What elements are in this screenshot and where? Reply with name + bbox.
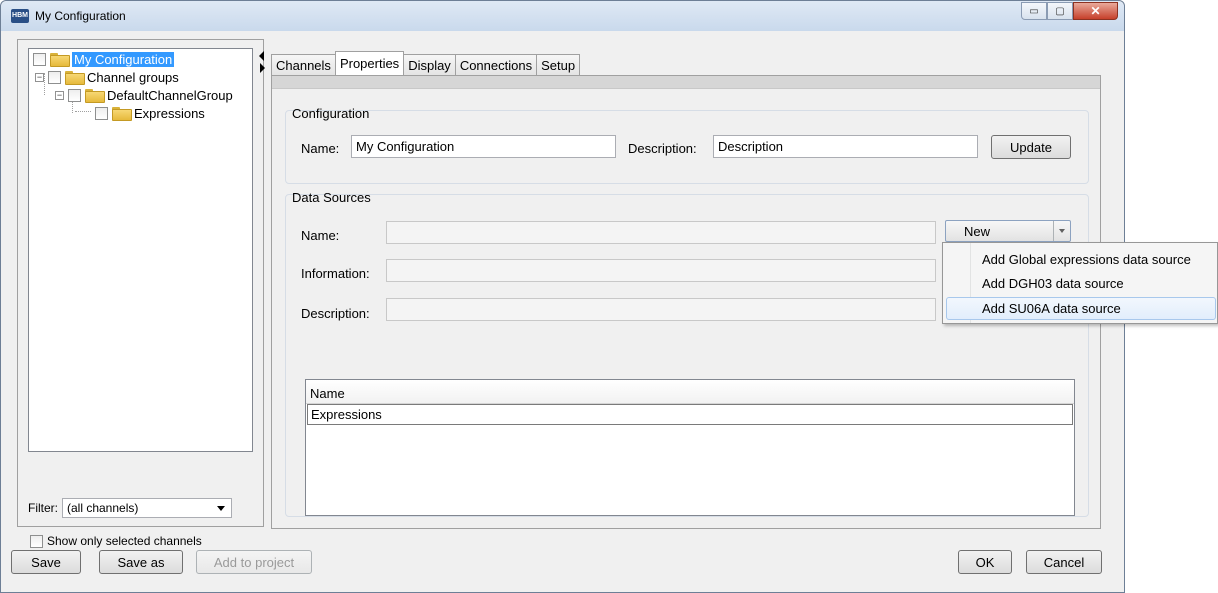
ds-information-input	[386, 259, 936, 282]
new-button[interactable]: New	[946, 221, 1054, 241]
config-description-label: Description:	[628, 141, 697, 156]
ok-button[interactable]: OK	[958, 550, 1012, 574]
configuration-group-title: Configuration	[292, 106, 370, 121]
tree-item-checkbox[interactable]	[95, 106, 108, 120]
collapse-left-arrow-icon[interactable]	[259, 51, 264, 61]
tree-connector	[75, 111, 91, 112]
new-dropdown-arrow[interactable]	[1054, 221, 1070, 241]
filter-label: Filter:	[28, 501, 58, 515]
window-title: My Configuration	[35, 9, 126, 23]
ds-description-input	[386, 298, 936, 321]
data-sources-group-title: Data Sources	[292, 190, 371, 205]
tree-item-root[interactable]: My Configuration	[33, 50, 175, 68]
filter-row: Filter: (all channels)	[28, 498, 232, 518]
tree-item-label: Channel groups	[87, 69, 179, 85]
maximize-button[interactable]: ▢	[1047, 2, 1073, 20]
title-bar: HBM My Configuration ▭ ▢ ✕	[1, 1, 1124, 31]
tree-item-label: DefaultChannelGroup	[107, 87, 233, 103]
new-button-label: New	[964, 223, 991, 239]
new-split-button[interactable]: New	[945, 220, 1071, 242]
minimize-button[interactable]: ▭	[1021, 2, 1047, 20]
header-stripe	[272, 76, 1100, 89]
config-name-label: Name:	[301, 141, 340, 156]
tree-item-checkbox[interactable]	[68, 88, 81, 102]
folder-open-icon	[65, 71, 85, 85]
menu-item-add-dgh03[interactable]: Add DGH03 data source	[946, 272, 1216, 295]
add-to-project-button: Add to project	[196, 550, 312, 574]
tree-item-expressions[interactable]: Expressions	[95, 104, 205, 122]
new-data-source-menu: Add Global expressions data source Add D…	[942, 242, 1218, 324]
chevron-down-icon	[1059, 229, 1065, 233]
collapse-icon[interactable]: −	[35, 72, 44, 82]
menu-item-add-su06a[interactable]: Add SU06A data source	[946, 297, 1216, 320]
tree-item-checkbox[interactable]	[48, 70, 61, 84]
tab-connections[interactable]: Connections	[454, 54, 538, 75]
tree-item-label: Expressions	[134, 105, 205, 121]
folder-icon	[112, 107, 132, 121]
ds-name-input	[386, 221, 936, 244]
data-sources-table[interactable]: Name Expressions	[305, 379, 1075, 516]
save-as-button[interactable]: Save as	[99, 550, 183, 574]
folder-open-icon	[50, 53, 70, 67]
save-button[interactable]: Save	[11, 550, 81, 574]
ds-information-label: Information:	[301, 266, 370, 281]
folder-open-icon	[85, 89, 105, 103]
tab-bar: Channels Properties Display Connections …	[271, 51, 581, 75]
close-button[interactable]: ✕	[1073, 2, 1118, 20]
collapse-icon[interactable]: −	[55, 90, 64, 100]
tree-item-default-group[interactable]: − DefaultChannelGroup	[55, 86, 233, 104]
filter-select[interactable]: (all channels)	[62, 498, 232, 518]
channel-tree[interactable]: My Configuration − Channel groups − Defa…	[28, 48, 253, 452]
channel-tree-panel: My Configuration − Channel groups − Defa…	[17, 39, 264, 548]
tab-setup[interactable]: Setup	[536, 54, 581, 75]
config-description-input[interactable]: Description	[713, 135, 978, 158]
update-button[interactable]: Update	[991, 135, 1071, 159]
ds-name-label: Name:	[301, 228, 340, 243]
menu-item-add-global-expressions[interactable]: Add Global expressions data source	[946, 248, 1216, 271]
app-logo-icon: HBM	[11, 9, 29, 23]
expand-right-arrow-icon[interactable]	[260, 63, 265, 73]
tree-item-label: My Configuration	[72, 51, 175, 67]
table-row[interactable]: Expressions	[307, 404, 1073, 425]
chevron-down-icon	[217, 505, 225, 511]
filter-value: (all channels)	[67, 501, 139, 515]
ds-description-label: Description:	[301, 306, 370, 321]
tree-item-channel-groups[interactable]: − Channel groups	[35, 68, 179, 86]
bottom-button-bar: Save Save as Add to project OK Cancel	[1, 543, 1124, 593]
window-controls: ▭ ▢ ✕	[1021, 2, 1118, 20]
cancel-button[interactable]: Cancel	[1026, 550, 1102, 574]
tab-channels[interactable]: Channels	[271, 54, 336, 75]
table-header-name[interactable]: Name	[306, 380, 1074, 404]
config-name-input[interactable]: My Configuration	[351, 135, 616, 158]
tab-display[interactable]: Display	[403, 54, 456, 75]
tree-item-checkbox[interactable]	[33, 52, 46, 66]
tab-properties[interactable]: Properties	[334, 51, 405, 75]
